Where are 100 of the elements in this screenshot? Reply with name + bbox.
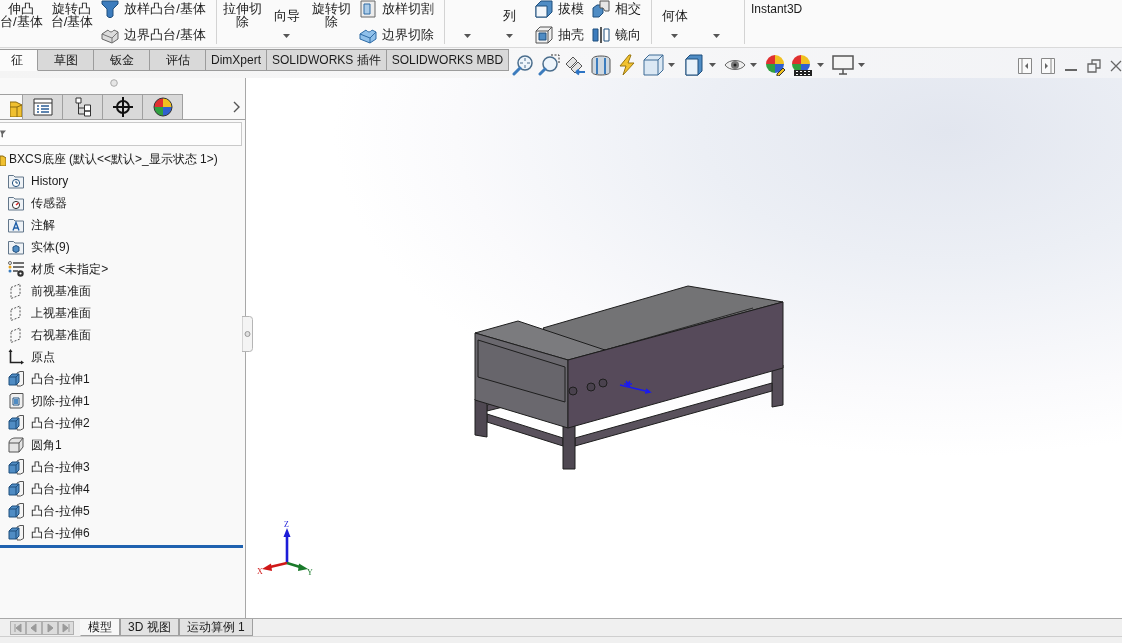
panel-right-icon[interactable] xyxy=(1041,58,1055,74)
fillet-icon xyxy=(8,437,24,453)
tree-item[interactable]: 传感器 xyxy=(0,192,69,214)
color-ball-icon[interactable] xyxy=(791,54,814,76)
chevron-right-icon[interactable] xyxy=(233,100,240,113)
ribbon-button[interactable]: 放样凸台/基体 xyxy=(101,0,206,18)
command-tab[interactable]: DimXpert xyxy=(206,49,267,71)
command-tab[interactable]: 征 xyxy=(0,49,38,71)
zoom-icon[interactable] xyxy=(538,54,561,76)
filter-field[interactable] xyxy=(0,122,242,146)
tree-item[interactable]: History xyxy=(0,170,71,192)
tree-item[interactable]: 切除-拉伸1 xyxy=(0,390,92,412)
ribbon-button[interactable]: 伸凸 台/基体 xyxy=(0,2,43,28)
caret-icon[interactable] xyxy=(671,34,679,38)
axis-label: Y xyxy=(307,568,313,577)
ribbon-button[interactable]: 抽壳 xyxy=(534,26,584,44)
caret-icon[interactable] xyxy=(283,34,291,38)
restore-icon[interactable] xyxy=(1087,59,1101,73)
caret-icon[interactable] xyxy=(668,63,676,67)
tree-item[interactable]: 注解 xyxy=(0,214,57,236)
caret-icon[interactable] xyxy=(506,34,514,38)
tree-item[interactable]: 上视基准面 xyxy=(0,302,93,324)
monitor-icon[interactable] xyxy=(832,54,855,76)
command-tab[interactable]: 草图 xyxy=(38,49,94,71)
tree-item[interactable]: 凸台-拉伸3 xyxy=(0,456,92,478)
hierarchy-icon xyxy=(73,97,92,117)
tree-item[interactable]: BXCS底座 (默认<<默认>_显示状态 1>) xyxy=(0,148,220,170)
extrude-icon xyxy=(8,415,24,431)
splitter-handle[interactable] xyxy=(242,316,253,352)
panel-left-icon[interactable] xyxy=(1018,58,1032,74)
mirror-icon xyxy=(591,26,610,44)
caret-icon[interactable] xyxy=(750,63,758,67)
extrude-icon xyxy=(8,459,24,475)
ribbon-button[interactable]: 拔模 xyxy=(534,0,584,18)
ribbon-button[interactable]: 列 xyxy=(503,9,517,22)
tree-item[interactable]: 前视基准面 xyxy=(0,280,93,302)
tree-item[interactable]: 圆角1 xyxy=(0,434,64,456)
command-tab[interactable]: 评估 xyxy=(150,49,206,71)
extrude-icon xyxy=(8,481,24,497)
panel-tab[interactable] xyxy=(143,94,183,119)
panel-tab[interactable] xyxy=(103,94,143,119)
color-wheel-icon xyxy=(152,97,173,117)
box-icon[interactable] xyxy=(683,54,706,76)
tree-item[interactable]: 材质 <未指定> xyxy=(0,258,111,280)
bottom-tab[interactable]: 运动算例 1 xyxy=(178,619,253,636)
ribbon-button[interactable]: 边界切除 xyxy=(358,26,434,44)
tree-item[interactable]: 凸台-拉伸2 xyxy=(0,412,92,434)
plane-icon xyxy=(8,283,24,299)
ribbon-button[interactable]: 向导 xyxy=(273,9,300,22)
caret-icon[interactable] xyxy=(709,63,717,67)
cut-icon xyxy=(8,393,24,409)
axes-icon xyxy=(8,349,24,365)
ribbon-button[interactable]: 何体 xyxy=(661,9,688,22)
axis-label: Z xyxy=(284,520,289,529)
tree-item[interactable]: 凸台-拉伸1 xyxy=(0,368,92,390)
command-tab[interactable]: SOLIDWORKS 插件 xyxy=(267,49,387,71)
ribbon-button[interactable]: 旋转凸 台/基体 xyxy=(50,2,94,28)
ribbon-button[interactable]: 相交 xyxy=(591,0,641,18)
hollow-box-icon xyxy=(534,26,553,44)
ribbon-button[interactable]: 放样切割 xyxy=(358,0,434,18)
tree-item[interactable]: 凸台-拉伸6 xyxy=(0,522,92,544)
caret-icon[interactable] xyxy=(817,63,825,67)
extrude-icon xyxy=(8,525,24,541)
ribbon-button[interactable]: 边界凸台/基体 xyxy=(101,26,206,44)
ribbon-button[interactable]: 旋转切 除 xyxy=(311,2,351,28)
close-icon[interactable] xyxy=(1110,60,1122,72)
color-ball-icon[interactable] xyxy=(765,54,788,76)
tree-item[interactable]: 实体(9) xyxy=(0,236,72,258)
folder-gauge-icon xyxy=(8,195,24,211)
cube-icon[interactable] xyxy=(642,54,665,76)
ribbon-button[interactable]: 拉伸切 除 xyxy=(222,2,262,28)
ribbon-button[interactable]: Instant3D xyxy=(750,2,803,16)
caret-icon[interactable] xyxy=(464,34,472,38)
binoculars-icon[interactable] xyxy=(564,54,587,76)
list-icon xyxy=(32,98,53,116)
caret-icon[interactable] xyxy=(858,63,866,67)
panel-tab[interactable] xyxy=(63,94,103,119)
caret-icon[interactable] xyxy=(713,34,721,38)
folder-cube-icon xyxy=(8,239,24,255)
extrude-icon xyxy=(8,371,24,387)
bottom-tab[interactable]: 3D 视图 xyxy=(120,619,179,636)
command-tab[interactable]: 钣金 xyxy=(94,49,150,71)
ribbon-button[interactable]: 镜向 xyxy=(591,26,641,44)
plane-icon xyxy=(8,305,24,321)
crosshair-icon xyxy=(112,97,133,117)
zoom-icon[interactable] xyxy=(512,54,535,76)
part-icon xyxy=(0,152,6,166)
tree-item[interactable]: 凸台-拉伸5 xyxy=(0,500,92,522)
bottom-tab[interactable]: 模型 xyxy=(80,619,120,636)
extrude-icon xyxy=(8,503,24,519)
splitter-handle[interactable] xyxy=(109,79,118,87)
section-icon[interactable] xyxy=(590,54,613,76)
tree-item[interactable]: 右视基准面 xyxy=(0,324,93,346)
list-gear-icon xyxy=(8,261,24,277)
command-tab[interactable]: SOLIDWORKS MBD xyxy=(386,49,510,71)
cut-box-icon xyxy=(358,0,377,18)
tree-item[interactable]: 原点 xyxy=(0,346,57,368)
folder-clock-icon xyxy=(8,173,24,189)
funnel-icon xyxy=(0,130,6,138)
tree-item[interactable]: 凸台-拉伸4 xyxy=(0,478,92,500)
